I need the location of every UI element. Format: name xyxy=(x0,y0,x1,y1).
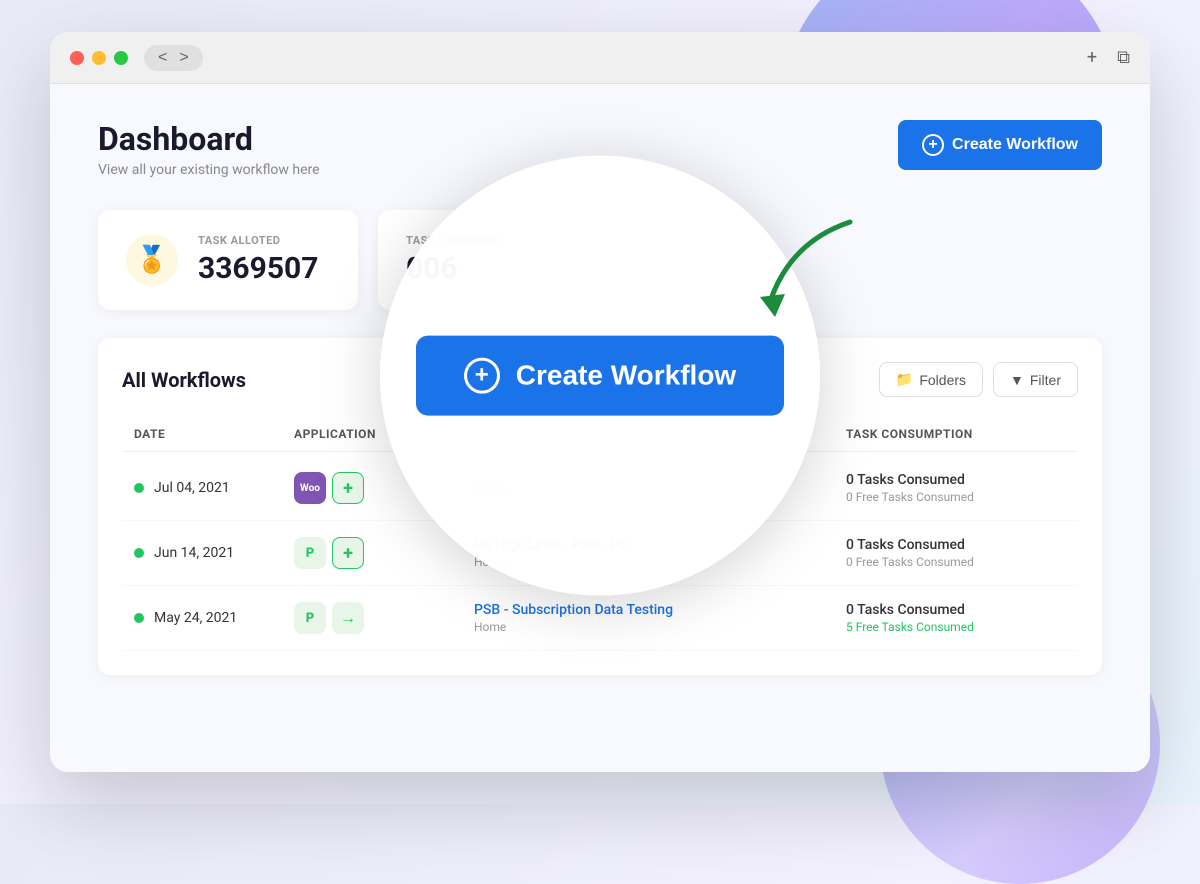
traffic-lights xyxy=(70,51,128,65)
allotted-info: TASK ALLOTED 3369507 xyxy=(198,234,318,286)
minimize-button[interactable] xyxy=(92,51,106,65)
magnifier-content: + Create Workflow xyxy=(416,336,784,416)
tasks-consumed-3: 0 Tasks Consumed xyxy=(846,602,1066,618)
workflow-info-3: PSB - Subscription Data Testing Home xyxy=(474,602,846,634)
task-info-3: 0 Tasks Consumed 5 Free Tasks Consumed xyxy=(846,602,1066,634)
table-row: May 24, 2021 P → PSB - Subscription Data… xyxy=(122,586,1078,651)
col-date: DATE xyxy=(134,427,294,441)
status-dot-3 xyxy=(134,613,144,623)
tasks-consumed-1: 0 Tasks Consumed xyxy=(846,472,1066,488)
status-dot-1 xyxy=(134,483,144,493)
tasks-consumed-2: 0 Tasks Consumed xyxy=(846,537,1066,553)
allotted-label: TASK ALLOTED xyxy=(198,234,318,247)
filter-icon: ▼ xyxy=(1010,372,1024,388)
stat-card-allotted: 🏅 TASK ALLOTED 3369507 xyxy=(98,210,358,310)
folders-button[interactable]: 📁 Folders xyxy=(879,362,983,397)
plus-circle-icon: + xyxy=(922,134,944,156)
p-icon-2: P xyxy=(294,537,326,569)
magnified-plus-icon: + xyxy=(464,358,500,394)
page-title: Dashboard xyxy=(98,120,320,158)
forward-button[interactable]: > xyxy=(175,49,192,67)
date-cell-1: Jul 04, 2021 xyxy=(134,480,294,496)
folders-label: Folders xyxy=(919,372,966,388)
arrow-icon-3: → xyxy=(332,602,364,634)
page-subtitle: View all your existing workflow here xyxy=(98,162,320,178)
app-icons-3: P → xyxy=(294,602,474,634)
workflows-title: All Workflows xyxy=(122,368,246,392)
close-button[interactable] xyxy=(70,51,84,65)
create-workflow-button[interactable]: + Create Workflow xyxy=(898,120,1102,170)
date-value-2: Jun 14, 2021 xyxy=(154,545,234,561)
free-tasks-3: 5 Free Tasks Consumed xyxy=(846,620,1066,634)
allotted-value: 3369507 xyxy=(198,251,318,286)
free-tasks-1: 0 Free Tasks Consumed xyxy=(846,490,1066,504)
task-info-1: 0 Tasks Consumed 0 Free Tasks Consumed xyxy=(846,472,1066,504)
navigation-buttons: < > xyxy=(144,45,203,71)
date-value-1: Jul 04, 2021 xyxy=(154,480,230,496)
workflow-folder-3: Home xyxy=(474,620,846,634)
duplicate-icon[interactable]: ⧉ xyxy=(1117,47,1130,68)
add-app-icon-2[interactable]: + xyxy=(332,537,364,569)
status-dot-2 xyxy=(134,548,144,558)
workflows-actions: 📁 Folders ▼ Filter xyxy=(879,362,1078,397)
page-title-section: Dashboard View all your existing workflo… xyxy=(98,120,320,178)
allotted-icon: 🏅 xyxy=(126,234,178,286)
browser-chrome: < > + ⧉ xyxy=(50,32,1150,84)
back-button[interactable]: < xyxy=(154,49,171,67)
arrow-svg xyxy=(750,212,870,342)
arrow-annotation xyxy=(750,212,870,346)
woocommerce-icon: Woo xyxy=(294,472,326,504)
free-tasks-2: 0 Free Tasks Consumed xyxy=(846,555,1066,569)
task-info-2: 0 Tasks Consumed 0 Free Tasks Consumed xyxy=(846,537,1066,569)
browser-actions: + ⧉ xyxy=(1087,47,1130,68)
folder-icon: 📁 xyxy=(896,371,913,388)
app-icons-2: P + xyxy=(294,537,474,569)
maximize-button[interactable] xyxy=(114,51,128,65)
filter-button[interactable]: ▼ Filter xyxy=(993,362,1078,397)
new-tab-icon[interactable]: + xyxy=(1087,47,1097,68)
magnified-create-workflow-button[interactable]: + Create Workflow xyxy=(416,336,784,416)
browser-window: < > + ⧉ Dashboard View all your existing… xyxy=(50,32,1150,772)
create-workflow-label: Create Workflow xyxy=(952,136,1078,154)
filter-label: Filter xyxy=(1030,372,1061,388)
workflow-name-3[interactable]: PSB - Subscription Data Testing xyxy=(474,602,846,618)
date-cell-3: May 24, 2021 xyxy=(134,610,294,626)
add-app-icon-1[interactable]: + xyxy=(332,472,364,504)
col-task-consumption: TASK CONSUMPTION xyxy=(846,427,1066,441)
magnified-button-label: Create Workflow xyxy=(516,360,736,392)
date-value-3: May 24, 2021 xyxy=(154,610,237,626)
date-cell-2: Jun 14, 2021 xyxy=(134,545,294,561)
p-icon-3: P xyxy=(294,602,326,634)
